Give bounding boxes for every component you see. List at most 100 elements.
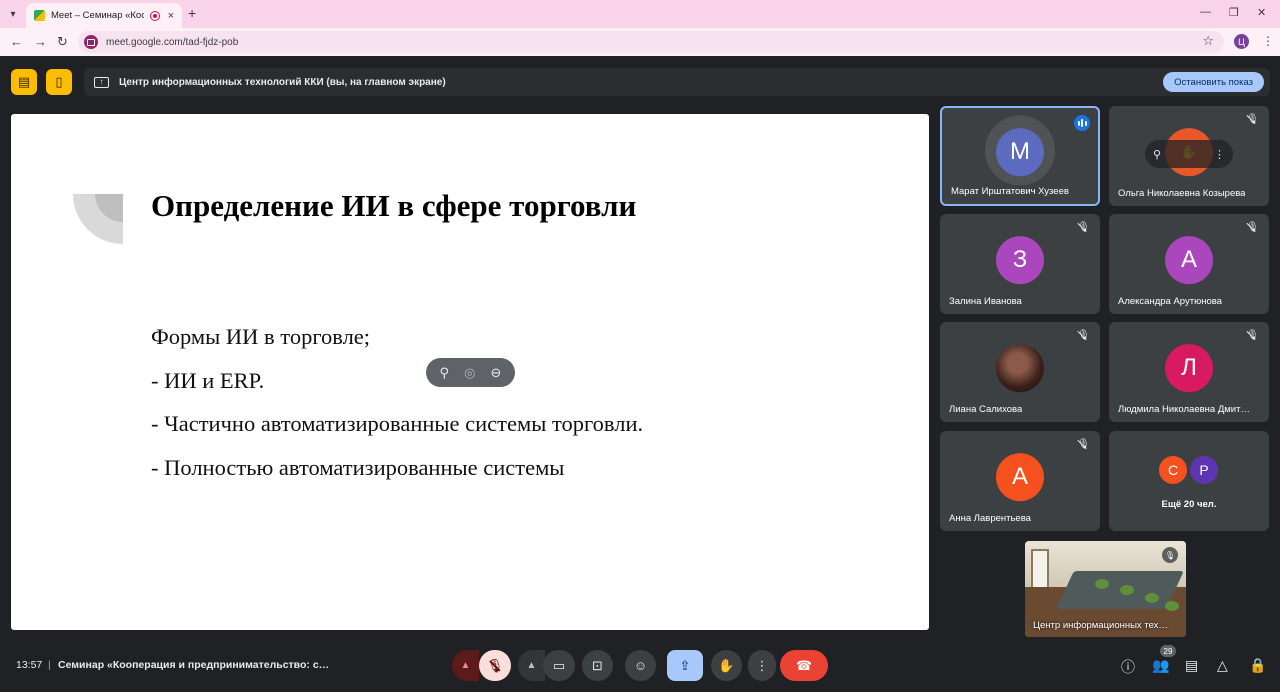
avatar: М (996, 128, 1044, 177)
audio-settings-chevron-up-icon[interactable]: ▲ (452, 650, 479, 681)
present-screen-button[interactable]: ⇪ (667, 650, 703, 681)
avatar-photo (996, 344, 1044, 393)
recording-indicator-icon (149, 10, 160, 21)
people-icon[interactable]: 👥 (1152, 657, 1169, 674)
video-settings-chevron-up-icon[interactable]: ▲ (518, 650, 545, 681)
mic-off-icon: 🎙 (1246, 114, 1259, 125)
more-options-button[interactable]: ⋮ (748, 650, 776, 681)
more-participants-label: Ещё 20 чел. (1161, 499, 1217, 510)
door-icon: ▯ (55, 74, 63, 89)
participant-name: Лиана Салихова (949, 404, 1023, 415)
slide-line: - Полностью автоматизированные системы (151, 454, 565, 480)
url-text[interactable]: meet.google.com/tad-fjdz-pob (106, 37, 238, 48)
tab-title: Meet – Семинар «Коопера (51, 10, 144, 21)
closed-captions-icon: ⊡ (592, 657, 603, 673)
browser-menu-kebab-icon[interactable]: ⋮ (1262, 34, 1274, 48)
avatar: Л (1165, 344, 1213, 393)
mic-off-icon: 🎙 (486, 657, 504, 673)
participant-tile[interactable]: А 🎙 Анна Лаврентьева (940, 431, 1100, 531)
mic-off-icon: 🎙 (1077, 222, 1090, 233)
slide-line: - Частично автоматизированные системы то… (151, 411, 644, 436)
mic-off-icon: 🎙 (1077, 439, 1090, 450)
participant-tile[interactable]: А 🎙 Александра Арутюнова (1109, 214, 1269, 314)
meeting-clock: 13:57 (16, 659, 43, 671)
chat-icon[interactable]: ▤ (1185, 657, 1198, 674)
forward-arrow-icon[interactable]: → (34, 34, 47, 49)
participant-name: Людмила Николаевна Дмит… (1118, 404, 1250, 415)
tab-search-chevron-down-icon[interactable]: ▾ (4, 5, 22, 23)
document-icon: ▤ (17, 74, 31, 89)
avatar: С (1158, 455, 1188, 485)
present-screen-icon: ⇪ (679, 657, 691, 673)
minimize-icon[interactable]: — (1200, 6, 1211, 18)
participant-tile[interactable]: Л 🎙 Людмила Николаевна Дмит… (1109, 322, 1269, 422)
leave-call-button[interactable]: ☎ (780, 650, 828, 681)
captions-button[interactable]: ⊡ (582, 650, 613, 681)
unpin-icon[interactable]: ⚲ (440, 365, 450, 381)
participant-tile[interactable]: З 🎙 Залина Иванова (940, 214, 1100, 314)
tile-hover-controls: ⚲ ◎ ⊖ (426, 358, 515, 387)
more-participants-tile[interactable]: С Р Ещё 20 чел. (1109, 431, 1269, 531)
emoji-icon: ☺ (633, 658, 648, 673)
speaking-indicator-icon (1074, 115, 1090, 131)
mic-off-icon: 🎙 (1077, 330, 1090, 341)
microphone-toggle-button[interactable]: 🎙 (479, 650, 511, 681)
mic-off-icon: 🎙 (1162, 547, 1178, 563)
raise-hand-button[interactable]: ✋ (711, 650, 742, 681)
more-options-icon[interactable]: ⋮ (1214, 148, 1225, 161)
avatar: А (996, 453, 1044, 502)
bookmark-star-icon[interactable]: ☆ (1202, 33, 1214, 49)
address-bar-row: ← → ↻ meet.google.com/tad-fjdz-pob ☆ Ц ⋮ (0, 28, 1280, 56)
pin-icon[interactable]: ⚲ (1153, 148, 1161, 161)
profile-avatar[interactable]: Ц (1234, 34, 1249, 49)
camera-toggle-button[interactable]: ▭ (543, 650, 575, 681)
slide-title: Определение ИИ в сфере торговли (151, 188, 637, 223)
meeting-info-icon[interactable]: ⓘ (1121, 657, 1135, 677)
participant-tile[interactable]: М Марат Ирштатович Хузеев (940, 106, 1100, 206)
window-close-icon[interactable]: ✕ (1257, 6, 1266, 19)
slide-line: Формы ИИ в торговле; (151, 324, 371, 349)
browser-tab-strip: ▾ Meet – Семинар «Коопера × + — ❐ ✕ (0, 0, 1280, 28)
slide-corner-decoration-icon (73, 194, 123, 244)
participant-name: Александра Арутюнова (1118, 296, 1222, 307)
avatar: А (1165, 236, 1213, 285)
participant-name: Ольга Николаевна Козырева (1118, 188, 1246, 199)
mic-off-icon: 🎙 (1246, 222, 1259, 233)
shared-slide: Определение ИИ в сфере торговли Формы ИИ… (11, 114, 929, 630)
back-arrow-icon[interactable]: ← (10, 34, 23, 49)
participant-tile[interactable]: ✋ ⚲ ⋮ 🎙 Ольга Николаевна Козырева (1109, 106, 1269, 206)
hide-self-view-icon[interactable]: ◎ (464, 365, 475, 381)
slide-bullet-list: Формы ИИ в торговле; - ИИ и ERP. - Части… (151, 324, 643, 498)
site-info-icon[interactable] (84, 35, 98, 49)
avatar: Р (1189, 455, 1219, 485)
notes-panel-button[interactable]: ▤ (11, 69, 37, 95)
more-options-icon: ⋮ (755, 657, 769, 673)
participant-count-badge: 29 (1160, 645, 1176, 657)
browser-tab-meet[interactable]: Meet – Семинар «Коопера × (26, 3, 182, 28)
avatar: З (996, 236, 1044, 285)
self-view-video[interactable]: 🎙 Центр информационных тех… (1025, 541, 1186, 637)
activities-icon[interactable]: △ (1217, 657, 1228, 674)
self-view-label: Центр информационных тех… (1033, 620, 1168, 631)
companion-panel-button[interactable]: ▯ (46, 69, 72, 95)
presenting-banner: ↑ Центр информационных технологий ККИ (в… (84, 68, 1270, 96)
reload-icon[interactable]: ↻ (57, 34, 68, 50)
remove-icon[interactable]: ⊖ (491, 365, 502, 381)
tile-hover-controls: ⚲ ⋮ (1145, 140, 1233, 168)
tab-close-icon[interactable]: × (168, 10, 174, 22)
participant-name: Марат Ирштатович Хузеев (951, 186, 1069, 197)
slide-line: - ИИ и ERP. (151, 367, 265, 393)
present-screen-icon: ↑ (94, 76, 109, 88)
presenting-banner-text: Центр информационных технологий ККИ (вы,… (119, 76, 446, 88)
restore-icon[interactable]: ❐ (1229, 6, 1239, 19)
new-tab-button[interactable]: + (188, 5, 196, 21)
stop-presenting-button[interactable]: Остановить показ (1163, 72, 1264, 92)
host-controls-lock-icon[interactable]: 🔒 (1249, 657, 1266, 674)
participant-name: Анна Лаврентьева (949, 513, 1031, 524)
meet-favicon-icon (34, 10, 45, 21)
participant-tile[interactable]: 🎙 Лиана Салихова (940, 322, 1100, 422)
separator: | (48, 659, 51, 671)
video-camera-icon: ▭ (552, 657, 566, 673)
url-omnibox[interactable]: meet.google.com/tad-fjdz-pob ☆ (78, 31, 1224, 53)
reactions-button[interactable]: ☺ (625, 650, 656, 681)
